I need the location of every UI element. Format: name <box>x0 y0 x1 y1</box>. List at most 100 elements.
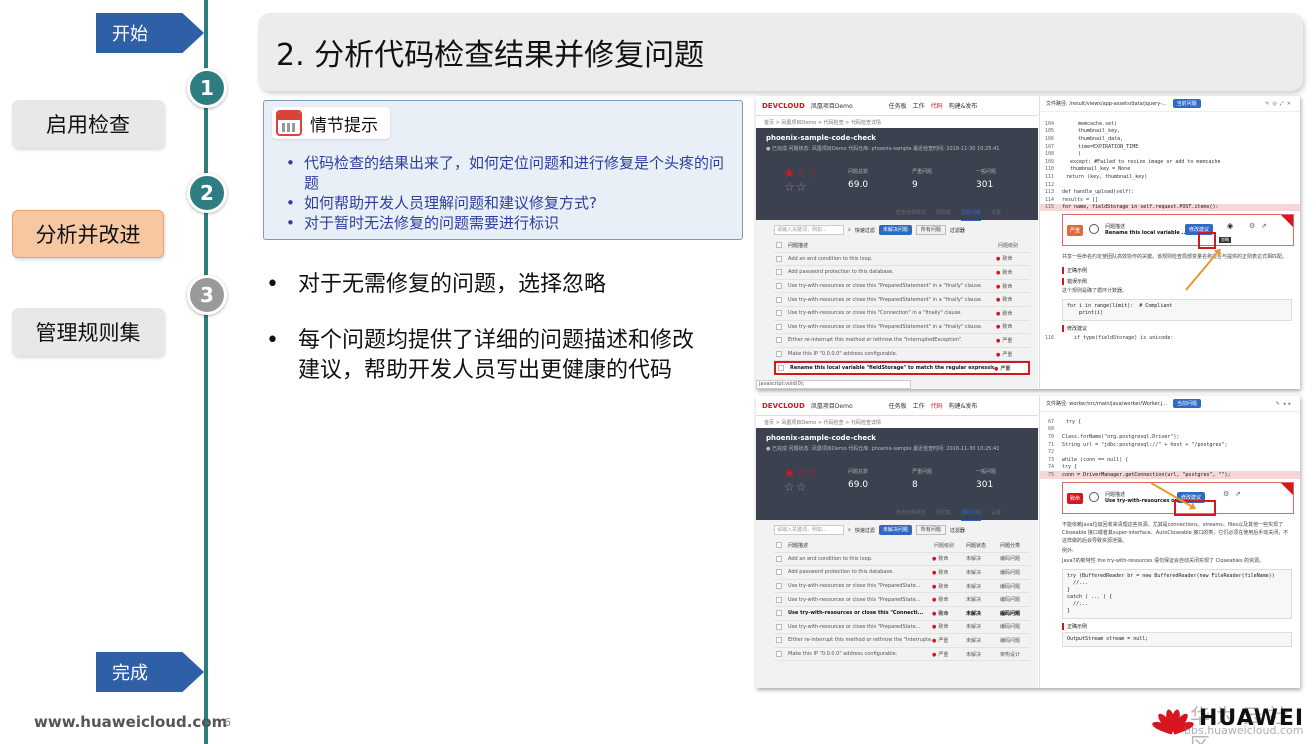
issue-card-title: 问题描述 <box>1105 224 1126 231</box>
issue-search-input[interactable]: 请输入关键词，例如... <box>774 225 844 235</box>
unresolved-filter-button[interactable]: 未解决问题 <box>878 525 912 535</box>
footer-url[interactable]: www.huaweicloud.com <box>34 713 227 731</box>
menu-item[interactable]: 任务板 <box>889 401 907 410</box>
calendar-icon <box>276 110 302 136</box>
settings-icon[interactable]: ⚙ <box>1249 222 1255 230</box>
file-header: 文件路径: worker/src/main/java/worker/Worker… <box>1040 396 1300 412</box>
issue-table: 问题描述 问题级别 Add an end condition to this l… <box>774 239 1030 375</box>
tab-rules[interactable]: 规则集 <box>936 509 951 521</box>
row-checkbox[interactable] <box>776 310 782 317</box>
menu-item[interactable]: 工作 <box>913 401 925 410</box>
select-all-checkbox[interactable] <box>776 542 782 549</box>
nav-step-analyze[interactable]: 分析并改进 <box>12 210 164 258</box>
search-icon[interactable]: ⌕ <box>848 227 851 233</box>
row-checkbox[interactable] <box>776 255 782 262</box>
selected-table-row[interactable]: Rename this local variable "fieldStorage… <box>774 361 1030 375</box>
search-icon[interactable]: ⌕ <box>848 527 851 533</box>
all-issues-button[interactable]: 所有问题 <box>915 225 946 235</box>
issue-category: 编码问题 <box>1000 597 1021 604</box>
unresolved-filter-button[interactable]: 未解决问题 <box>878 225 912 235</box>
project-selector[interactable]: 凤凰项目Demo <box>811 101 853 110</box>
table-row[interactable]: Add an end condition to this loop. 致命 <box>774 253 1030 267</box>
stat-value: 8 <box>912 480 918 490</box>
issue-severity: 致命 <box>996 323 1030 330</box>
issue-search-input[interactable]: 请输入关键词，例如... <box>774 525 844 535</box>
tab-overview[interactable]: 检查结果概览 <box>896 509 926 521</box>
table-row[interactable]: Make this IP "0.0.0.0" address configura… <box>774 648 1030 662</box>
issue-status: 未解决 <box>966 583 982 590</box>
table-row[interactable]: Use try-with-resources or close this "Pr… <box>774 593 1030 607</box>
current-issue-badge[interactable]: 当前问题 <box>1172 399 1201 408</box>
row-checkbox[interactable] <box>776 623 782 630</box>
exception-label: 例外: <box>1062 547 1074 554</box>
issue-status: 未解决 <box>966 597 982 604</box>
row-checkbox[interactable] <box>776 283 782 290</box>
tab-overview[interactable]: 检查结果概览 <box>896 209 926 221</box>
row-checkbox[interactable] <box>776 269 782 276</box>
row-checkbox[interactable] <box>776 555 782 562</box>
issue-category: 编码问题 <box>1000 569 1021 576</box>
menu-item[interactable]: 构建&发布 <box>949 401 978 410</box>
tab-issues[interactable]: 源码问题 <box>961 209 982 221</box>
issue-filter-bar: 请输入关键词，例如... ⌕ 快速过滤 未解决问题 所有问题 过滤器 <box>774 524 1029 536</box>
settings-icon[interactable]: ⚙ <box>1223 490 1229 498</box>
col-desc-header: 问题描述 <box>788 242 809 249</box>
issue-severity: 致命 <box>932 583 966 590</box>
menu-item[interactable]: 任务板 <box>889 101 907 110</box>
issue-category: 编码问题 <box>1000 556 1021 563</box>
filter-button[interactable]: 过滤器 <box>950 227 965 234</box>
row-checkbox[interactable] <box>776 296 782 303</box>
table-row[interactable]: Use try-with-resources or close this "Pr… <box>774 580 1030 594</box>
menu-item[interactable]: 代码 <box>931 401 943 410</box>
table-row[interactable]: Use try-with-resources or close this "Co… <box>774 307 1030 321</box>
row-checkbox[interactable] <box>776 637 782 644</box>
table-row[interactable]: Use try-with-resources or close this "Pr… <box>774 321 1030 335</box>
panel-controls-icon[interactable]: ✎◂▸ <box>1276 401 1294 407</box>
table-row[interactable]: Either re-interrupt this method or rethr… <box>774 634 1030 648</box>
row-checkbox[interactable] <box>776 569 782 576</box>
table-row[interactable]: Make this IP "0.0.0.0" address configura… <box>774 348 1030 362</box>
current-issue-badge[interactable]: 当前问题 <box>1172 99 1201 108</box>
issue-severity: 致命 <box>996 296 1030 303</box>
nav-step-manage-rules[interactable]: 管理规则集 <box>12 308 164 356</box>
tab-settings[interactable]: 设置 <box>991 209 1001 221</box>
example-code: try (BufferedReader br = new BufferedRea… <box>1062 568 1292 619</box>
row-checkbox[interactable] <box>778 365 784 372</box>
panel-controls-icon[interactable]: ✎◎⤢✕ <box>1265 101 1294 107</box>
nav-step-label: 分析并改进 <box>35 223 141 247</box>
menu-item[interactable]: 工作 <box>913 101 925 110</box>
row-checkbox[interactable] <box>776 351 782 358</box>
row-checkbox[interactable] <box>776 610 782 617</box>
table-row[interactable]: Use try-with-resources or close this "Pr… <box>774 280 1030 294</box>
table-row[interactable]: Add password protection to this database… <box>774 566 1030 580</box>
row-checkbox[interactable] <box>776 583 782 590</box>
menu-item[interactable]: 代码 <box>931 101 943 110</box>
stat-label: 严重问题 <box>912 169 933 175</box>
tab-rules[interactable]: 规则集 <box>936 209 951 221</box>
issue-desc: Use try-with-resources or close this "Co… <box>788 310 962 317</box>
project-selector[interactable]: 凤凰项目Demo <box>811 401 853 410</box>
table-row[interactable]: Use try-with-resources or close this "Pr… <box>774 621 1030 635</box>
row-checkbox[interactable] <box>776 596 782 603</box>
row-checkbox[interactable] <box>776 337 782 344</box>
selected-table-row[interactable]: Use try-with-resources or close this "Co… <box>774 607 1030 621</box>
table-header: 问题描述 问题级别 问题状态 问题分类 <box>774 539 1030 553</box>
code-line: 68 <box>1047 426 1054 433</box>
open-link-icon[interactable]: ⇗ <box>1235 490 1241 498</box>
tab-issues[interactable]: 源码问题 <box>961 509 982 521</box>
table-row[interactable]: Use try-with-resources or close this "Pr… <box>774 293 1030 307</box>
select-all-checkbox[interactable] <box>776 242 782 249</box>
all-issues-button[interactable]: 所有问题 <box>915 525 946 535</box>
bug-icon <box>1089 224 1099 235</box>
table-row[interactable]: Add password protection to this database… <box>774 266 1030 280</box>
ignore-eye-icon[interactable]: ◉ <box>1227 222 1233 230</box>
nav-step-enable-check[interactable]: 启用检查 <box>12 100 164 148</box>
open-link-icon[interactable]: ⇗ <box>1261 222 1267 230</box>
row-checkbox[interactable] <box>776 651 782 658</box>
table-row[interactable]: Either re-interrupt this method or rethr… <box>774 334 1030 348</box>
table-row[interactable]: Add an end condition to this loop. 致命未解决 编… <box>774 553 1030 567</box>
filter-button[interactable]: 过滤器 <box>950 527 965 534</box>
menu-item[interactable]: 构建&发布 <box>949 101 978 110</box>
row-checkbox[interactable] <box>776 323 782 330</box>
tab-settings[interactable]: 设置 <box>991 509 1001 521</box>
